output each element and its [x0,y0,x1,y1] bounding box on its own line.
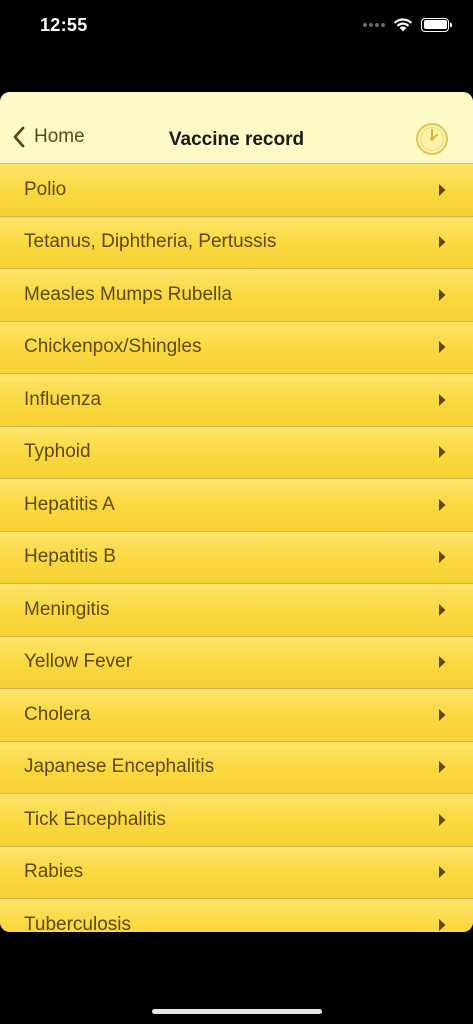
list-item[interactable]: Polio [0,164,473,217]
page-title: Vaccine record [168,129,305,150]
list-item[interactable]: Typhoid [0,426,473,479]
disclosure-arrow-icon [439,918,446,931]
list-item-label: Japanese Encephalitis [24,756,215,778]
list-item-label: Chickenpox/Shingles [24,336,202,358]
disclosure-arrow-icon [439,603,446,616]
disclosure-arrow-icon [439,708,446,721]
list-item-label: Tick Encephalitis [24,808,166,830]
list-item-label: Measles Mumps Rubella [24,283,233,305]
list-item[interactable]: Hepatitis A [0,479,473,532]
list-item-label: Yellow Fever [24,651,133,673]
disclosure-arrow-icon [439,551,446,564]
disclosure-arrow-icon [439,761,446,774]
disclosure-arrow-icon [439,866,446,879]
vaccine-record-screen: Home Vaccine record Polio Tetanus, Diphth… [0,92,473,932]
disclosure-arrow-icon [439,498,446,511]
list-item-label: Meningitis [24,598,110,620]
disclosure-arrow-icon [439,446,446,459]
list-item[interactable]: Tetanus, Diphtheria, Pertussis [0,216,473,269]
disclosure-arrow-icon [439,341,446,354]
list-item-label: Rabies [24,861,84,883]
list-item[interactable]: Measles Mumps Rubella [0,269,473,322]
list-item-label: Hepatitis B [24,546,116,568]
cellular-signal-icon [363,22,385,27]
wifi-icon [393,18,413,32]
list-item[interactable]: Chickenpox/Shingles [0,321,473,374]
list-item-label: Hepatitis A [24,493,115,515]
list-item[interactable]: Hepatitis B [0,531,473,584]
list-item[interactable]: Japanese Encephalitis [0,741,473,794]
list-item-label: Typhoid [24,441,91,463]
status-bar: 12:55 [0,0,473,54]
list-item-label: Influenza [24,388,102,410]
list-item[interactable]: Influenza [0,374,473,427]
disclosure-arrow-icon [439,183,446,196]
vaccine-list: Polio Tetanus, Diphtheria, Pertussis Measl… [0,164,473,932]
clock-icon[interactable] [415,122,449,156]
list-item-label: Cholera [24,703,91,725]
status-time: 12:55 [40,15,88,35]
list-item-label: Polio [24,178,67,200]
list-item[interactable]: Tick Encephalitis [0,794,473,847]
disclosure-arrow-icon [439,656,446,669]
navigation-bar: Home Vaccine record [0,92,473,164]
disclosure-arrow-icon [439,288,446,301]
disclosure-arrow-icon [439,236,446,249]
list-item[interactable]: Tuberculosis [0,899,473,932]
list-item[interactable]: Meningitis [0,584,473,637]
list-item[interactable]: Cholera [0,689,473,742]
battery-icon [421,17,452,32]
list-item[interactable]: Rabies [0,846,473,899]
list-item-label: Tuberculosis [24,913,132,932]
disclosure-arrow-icon [439,393,446,406]
home-indicator[interactable] [152,1009,322,1014]
list-item[interactable]: Yellow Fever [0,636,473,689]
disclosure-arrow-icon [439,813,446,826]
status-icons [363,17,452,32]
list-item-label: Tetanus, Diphtheria, Pertussis [24,231,277,253]
